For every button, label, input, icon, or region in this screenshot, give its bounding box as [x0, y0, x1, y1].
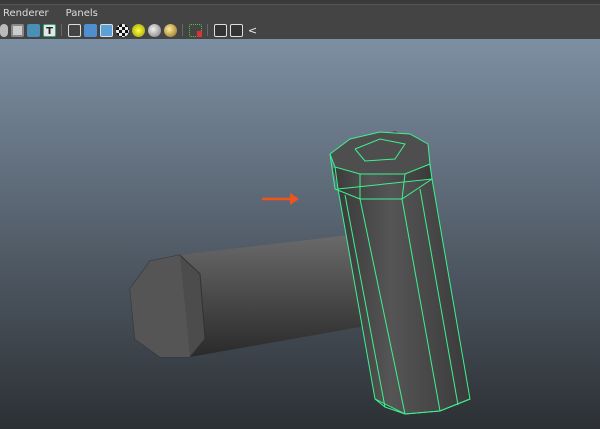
panel-toolbar: T <	[0, 21, 600, 39]
isolate-select-icon[interactable]	[230, 23, 243, 37]
backface-icon[interactable]: <	[246, 24, 259, 37]
smooth-shade-icon[interactable]	[84, 23, 97, 37]
select-camera-icon[interactable]	[189, 23, 202, 37]
xray-icon[interactable]	[11, 23, 24, 37]
viewport-background	[0, 39, 600, 429]
isolate-icon[interactable]	[0, 23, 8, 37]
menu-panels[interactable]: Panels	[66, 8, 98, 19]
all-lights-icon[interactable]	[148, 23, 161, 37]
cursor-icon	[197, 30, 202, 37]
bounding-box-icon[interactable]	[214, 23, 227, 37]
flat-light-icon[interactable]	[164, 23, 177, 37]
menu-renderer[interactable]: Renderer	[3, 8, 49, 19]
separator	[61, 24, 63, 36]
panel-menu-bar: Renderer Panels	[0, 5, 600, 21]
3d-viewport[interactable]	[0, 39, 600, 429]
separator	[182, 24, 184, 36]
texture-display-icon[interactable]: T	[43, 23, 56, 37]
wireframe-icon[interactable]	[68, 23, 81, 37]
separator	[207, 24, 209, 36]
checker-icon[interactable]	[116, 23, 129, 37]
shaded-wireframe-icon[interactable]	[100, 23, 113, 37]
default-light-icon[interactable]	[132, 23, 145, 37]
textured-icon[interactable]	[27, 23, 40, 37]
